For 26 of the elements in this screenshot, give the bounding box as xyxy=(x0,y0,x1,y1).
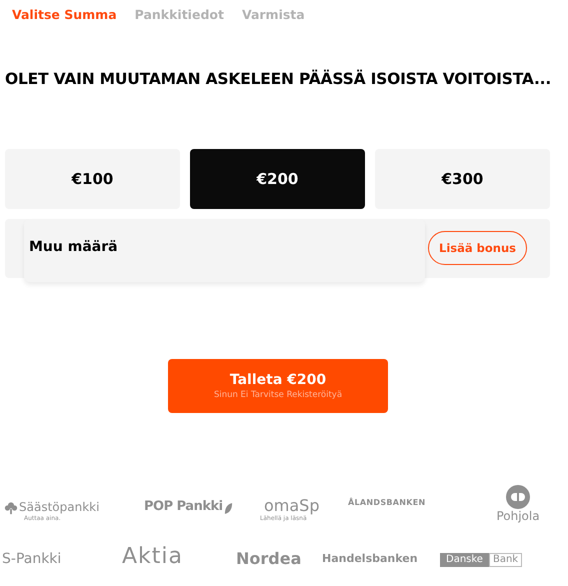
headline: OLET VAIN MUUTAMAN ASKELEEN PÄÄSSÄ ISOISTA VOITOISTA... xyxy=(5,68,552,90)
amount-button[interactable]: €100 xyxy=(5,149,180,210)
circle-emblem-icon xyxy=(506,485,530,510)
bank-logo: Aktia xyxy=(122,545,184,570)
bonus-button[interactable]: Lisää bonus xyxy=(428,231,527,266)
deposit-button[interactable]: Talleta €200 Sinun Ei Tarvitse Rekisteröityä xyxy=(168,359,388,414)
bank-logo: omaSp xyxy=(264,497,320,516)
bank-logo: Säästöpankki xyxy=(19,499,100,516)
bank-logo: S-Pankki xyxy=(2,550,62,570)
amount-button[interactable]: €300 xyxy=(375,149,550,210)
bank-logo: Danske xyxy=(440,553,489,568)
bank-logo: Bank xyxy=(488,553,522,568)
button-label: Talleta €200 xyxy=(230,371,326,390)
bank-logo: ÅLANDSBANKEN xyxy=(348,497,426,510)
bank-logo: Handelsbanken xyxy=(322,551,418,568)
bank-logo: POP Pankki xyxy=(144,499,223,516)
leaf-icon xyxy=(224,502,233,516)
amount-field[interactable]: Muu määrä xyxy=(24,219,425,282)
step-tab[interactable]: Varmista xyxy=(242,6,305,20)
step-tab[interactable]: Pankkitiedot xyxy=(134,6,224,20)
button-subtitle: Sinun Ei Tarvitse Rekisteröityä xyxy=(214,389,342,402)
bank-logo: Nordea xyxy=(236,549,302,570)
bank-logo: Pohjola xyxy=(496,509,540,524)
amount-button[interactable]: €200 xyxy=(190,149,365,210)
step-tab[interactable]: Valitse Summa xyxy=(12,6,117,20)
tree-icon xyxy=(4,501,18,516)
